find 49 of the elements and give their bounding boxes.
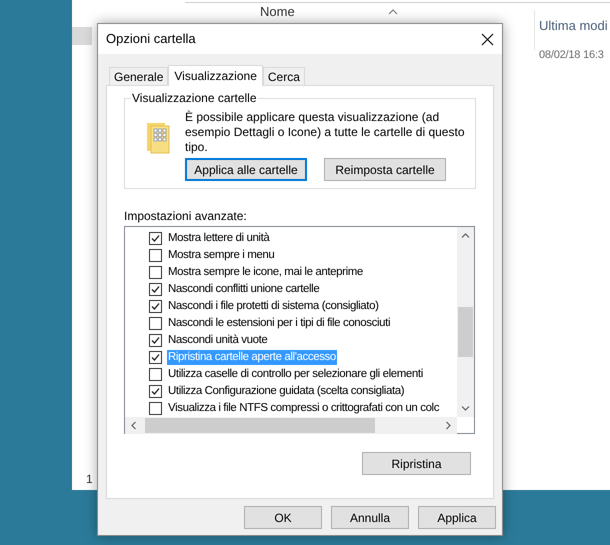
checkbox[interactable]: [149, 368, 162, 381]
checkbox[interactable]: [149, 385, 162, 398]
folder-view-button[interactable]: Applica alle cartelle: [185, 158, 307, 181]
horizontal-scrollbar[interactable]: [125, 417, 457, 434]
scroll-up-icon[interactable]: [461, 233, 470, 238]
setting-item[interactable]: Nascondi unità vuote: [167, 333, 268, 348]
tab[interactable]: Visualizzazione: [168, 65, 263, 86]
setting-item[interactable]: Nascondi i file protetti di sistema (consigliato): [167, 299, 380, 314]
scroll-down-icon[interactable]: [461, 406, 470, 411]
setting-item[interactable]: Mostra lettere di unità: [167, 231, 270, 246]
scrollbar-thumb[interactable]: [458, 307, 473, 357]
checkbox[interactable]: [149, 334, 162, 347]
scrollbar-thumb[interactable]: [145, 418, 375, 433]
dialog-button[interactable]: Applica: [418, 506, 496, 529]
checkbox[interactable]: [149, 283, 162, 296]
setting-item[interactable]: Utilizza caselle di controllo per selezionare gli elementi: [167, 367, 424, 382]
setting-item[interactable]: Visualizza i file NTFS compressi o crittografati con un colc: [167, 401, 440, 416]
checkbox[interactable]: [149, 300, 162, 313]
checkbox[interactable]: [149, 266, 162, 279]
column-header[interactable]: Nome: [260, 4, 295, 20]
checkbox[interactable]: [149, 317, 162, 330]
tab[interactable]: Generale: [109, 67, 168, 85]
setting-item[interactable]: Nascondi le estensioni per i tipi di file conosciuti: [167, 316, 392, 331]
restore-defaults-button[interactable]: Ripristina: [362, 452, 471, 475]
dialog-button[interactable]: OK: [244, 506, 322, 529]
group-description: È possibile applicare questa visualizzazione (ad esempio Dettagli o Icone) a tutte le cartelle di questo tipo.: [185, 110, 466, 155]
folder-icon: [145, 122, 171, 154]
folder-view-button[interactable]: Reimposta cartelle: [324, 158, 446, 181]
sort-caret-icon: [388, 9, 398, 15]
setting-item[interactable]: Nascondi conflitti unione cartelle: [167, 282, 320, 297]
setting-item[interactable]: Mostra sempre i menu: [167, 248, 276, 263]
column-header[interactable]: Ultima modi: [539, 16, 608, 36]
table-cell-text: 08/02/18 16:3: [539, 48, 604, 63]
scroll-right-icon[interactable]: [446, 421, 451, 430]
status-text: 1: [86, 471, 93, 488]
group-title: Visualizzazione cartelle: [131, 91, 258, 105]
checkbox[interactable]: [149, 402, 162, 415]
window-title: Opzioni cartella: [106, 30, 196, 48]
setting-item[interactable]: Mostra sempre le icone, mai le anteprime: [167, 265, 364, 280]
scroll-left-icon[interactable]: [131, 421, 136, 430]
tab[interactable]: Cerca: [262, 67, 305, 85]
checkbox[interactable]: [149, 249, 162, 262]
close-icon[interactable]: [481, 32, 494, 46]
setting-item[interactable]: Utilizza Configurazione guidata (scelta consigliata): [167, 384, 406, 399]
vertical-scrollbar[interactable]: [457, 227, 474, 417]
section-label: Impostazioni avanzate:: [124, 209, 248, 223]
checkbox[interactable]: [149, 351, 162, 364]
checkbox[interactable]: [149, 232, 162, 245]
dialog-button[interactable]: Annulla: [331, 506, 409, 529]
